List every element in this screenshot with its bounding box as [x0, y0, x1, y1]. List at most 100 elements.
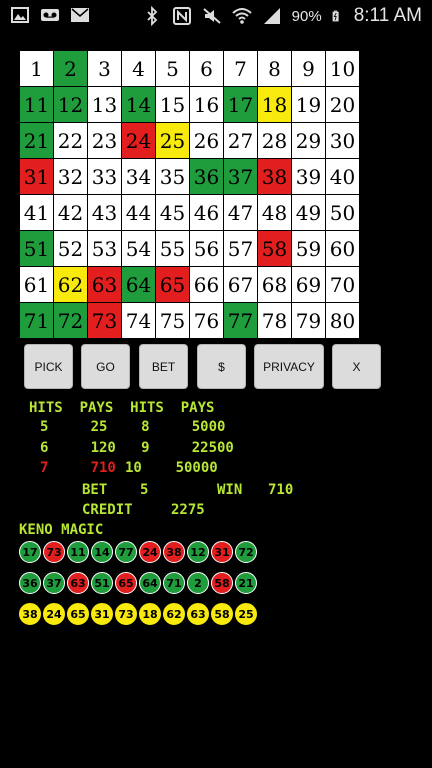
paytable-row: 10 50000 [125, 460, 218, 476]
number-cell-5[interactable]: 5 [156, 51, 189, 86]
number-cell-37[interactable]: 37 [224, 159, 257, 194]
number-cell-77[interactable]: 77 [224, 303, 257, 338]
number-cell-55[interactable]: 55 [156, 231, 189, 266]
number-cell-73[interactable]: 73 [88, 303, 121, 338]
number-cell-46[interactable]: 46 [190, 195, 223, 230]
number-cell-62[interactable]: 62 [54, 267, 87, 302]
number-cell-14[interactable]: 14 [122, 87, 155, 122]
bet-button[interactable]: BET [139, 344, 188, 389]
close-button[interactable]: X [332, 344, 381, 389]
number-cell-39[interactable]: 39 [292, 159, 325, 194]
number-cell-8[interactable]: 8 [258, 51, 291, 86]
number-cell-49[interactable]: 49 [292, 195, 325, 230]
number-cell-36[interactable]: 36 [190, 159, 223, 194]
number-cell-30[interactable]: 30 [326, 123, 359, 158]
number-cell-27[interactable]: 27 [224, 123, 257, 158]
number-cell-51[interactable]: 51 [20, 231, 53, 266]
number-cell-47[interactable]: 47 [224, 195, 257, 230]
number-cell-11[interactable]: 11 [20, 87, 53, 122]
number-cell-7[interactable]: 7 [224, 51, 257, 86]
number-cell-43[interactable]: 43 [88, 195, 121, 230]
number-cell-53[interactable]: 53 [88, 231, 121, 266]
pick-button[interactable]: PICK [24, 344, 73, 389]
number-cell-13[interactable]: 13 [88, 87, 121, 122]
number-cell-33[interactable]: 33 [88, 159, 121, 194]
battery-icon [332, 10, 339, 22]
number-cell-29[interactable]: 29 [292, 123, 325, 158]
number-cell-6[interactable]: 6 [190, 51, 223, 86]
number-cell-18[interactable]: 18 [258, 87, 291, 122]
magic-ball: 2 [187, 572, 209, 594]
number-cell-68[interactable]: 68 [258, 267, 291, 302]
number-cell-4[interactable]: 4 [122, 51, 155, 86]
bet-value: 5 [140, 482, 149, 498]
number-cell-34[interactable]: 34 [122, 159, 155, 194]
number-cell-80[interactable]: 80 [326, 303, 359, 338]
number-cell-42[interactable]: 42 [54, 195, 87, 230]
number-cell-20[interactable]: 20 [326, 87, 359, 122]
number-cell-41[interactable]: 41 [20, 195, 53, 230]
number-cell-38[interactable]: 38 [258, 159, 291, 194]
number-cell-54[interactable]: 54 [122, 231, 155, 266]
number-cell-10[interactable]: 10 [326, 51, 359, 86]
number-cell-67[interactable]: 67 [224, 267, 257, 302]
number-cell-23[interactable]: 23 [88, 123, 121, 158]
mail-icon [71, 8, 89, 22]
magic-ball: 38 [163, 541, 185, 563]
magic-ball: 63 [67, 572, 89, 594]
number-cell-16[interactable]: 16 [190, 87, 223, 122]
number-cell-57[interactable]: 57 [224, 231, 257, 266]
number-cell-35[interactable]: 35 [156, 159, 189, 194]
number-cell-60[interactable]: 60 [326, 231, 359, 266]
number-cell-15[interactable]: 15 [156, 87, 189, 122]
number-cell-22[interactable]: 22 [54, 123, 87, 158]
wifi-icon [231, 8, 252, 24]
number-cell-1[interactable]: 1 [20, 51, 53, 86]
number-cell-26[interactable]: 26 [190, 123, 223, 158]
magic-row: 38 24 65 31 73 18 62 63 58 25 [19, 603, 257, 625]
number-cell-69[interactable]: 69 [292, 267, 325, 302]
number-cell-48[interactable]: 48 [258, 195, 291, 230]
number-cell-3[interactable]: 3 [88, 51, 121, 86]
number-cell-66[interactable]: 66 [190, 267, 223, 302]
privacy-button[interactable]: PRIVACY [254, 344, 324, 389]
number-cell-63[interactable]: 63 [88, 267, 121, 302]
number-cell-59[interactable]: 59 [292, 231, 325, 266]
system-icons: 90% 8:11 AM [142, 5, 422, 27]
number-cell-24[interactable]: 24 [122, 123, 155, 158]
dollar-button[interactable]: $ [197, 344, 246, 389]
number-cell-9[interactable]: 9 [292, 51, 325, 86]
number-cell-25[interactable]: 25 [156, 123, 189, 158]
number-cell-50[interactable]: 50 [326, 195, 359, 230]
number-cell-58[interactable]: 58 [258, 231, 291, 266]
number-cell-64[interactable]: 64 [122, 267, 155, 302]
number-cell-17[interactable]: 17 [224, 87, 257, 122]
win-label: WIN [217, 482, 243, 498]
number-cell-2[interactable]: 2 [54, 51, 87, 86]
number-cell-31[interactable]: 31 [20, 159, 53, 194]
signal-icon [263, 8, 280, 24]
number-cell-70[interactable]: 70 [326, 267, 359, 302]
number-cell-79[interactable]: 79 [292, 303, 325, 338]
number-cell-19[interactable]: 19 [292, 87, 325, 122]
number-cell-61[interactable]: 61 [20, 267, 53, 302]
number-cell-71[interactable]: 71 [20, 303, 53, 338]
number-cell-45[interactable]: 45 [156, 195, 189, 230]
number-cell-40[interactable]: 40 [326, 159, 359, 194]
number-cell-65[interactable]: 65 [156, 267, 189, 302]
number-cell-21[interactable]: 21 [20, 123, 53, 158]
go-button[interactable]: GO [81, 344, 130, 389]
magic-ball: 38 [19, 603, 41, 625]
number-cell-32[interactable]: 32 [54, 159, 87, 194]
number-cell-74[interactable]: 74 [122, 303, 155, 338]
number-cell-52[interactable]: 52 [54, 231, 87, 266]
number-cell-28[interactable]: 28 [258, 123, 291, 158]
number-cell-78[interactable]: 78 [258, 303, 291, 338]
number-cell-72[interactable]: 72 [54, 303, 87, 338]
number-cell-76[interactable]: 76 [190, 303, 223, 338]
number-cell-44[interactable]: 44 [122, 195, 155, 230]
number-cell-12[interactable]: 12 [54, 87, 87, 122]
number-cell-75[interactable]: 75 [156, 303, 189, 338]
number-cell-56[interactable]: 56 [190, 231, 223, 266]
magic-ball: 31 [211, 541, 233, 563]
